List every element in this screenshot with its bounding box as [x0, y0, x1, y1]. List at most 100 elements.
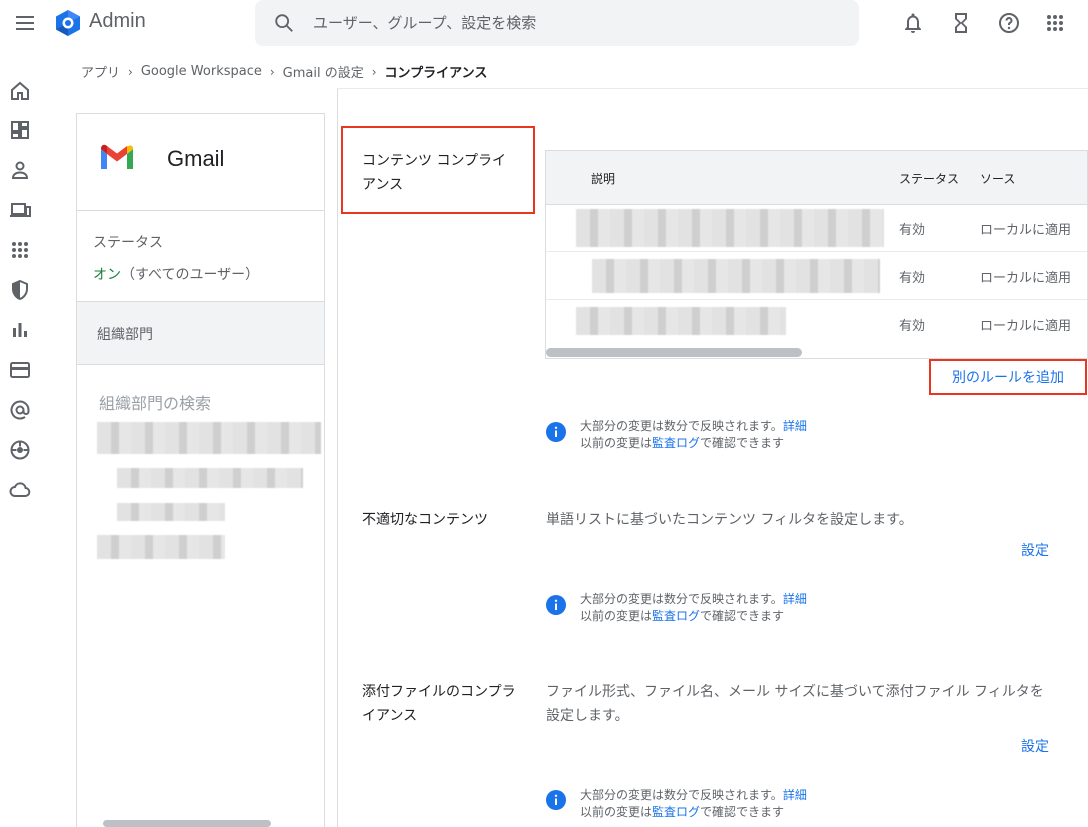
user-icon[interactable]: [8, 158, 32, 182]
redacted-rule-description[interactable]: [592, 259, 880, 293]
breadcrumb-gmail-settings[interactable]: Gmail の設定: [283, 62, 364, 81]
objectionable-content-label: 不適切なコンテンツ: [362, 512, 488, 528]
details-link[interactable]: 詳細: [783, 592, 807, 606]
attachment-description-line2: 設定します。: [546, 708, 629, 724]
status-scope-text: （すべてのユーザー）: [121, 267, 260, 283]
admin-logo-icon: [56, 10, 80, 36]
gmail-logo-icon: [101, 144, 133, 169]
info-line2-prefix: 以前の変更は: [580, 436, 653, 450]
help-icon[interactable]: [997, 11, 1021, 35]
audit-log-link[interactable]: 監査ログ: [652, 609, 700, 623]
info-line1-text: 大部分の変更は数分で反映されます。: [580, 592, 783, 606]
attachment-compliance-label: 添付ファイルのコンプラ イアンス: [362, 680, 516, 728]
audit-log-link[interactable]: 監査ログ: [652, 805, 700, 819]
rule-status: 有効: [899, 271, 926, 286]
content-compliance-label-line2: アンス: [362, 177, 404, 193]
dashboard-icon[interactable]: [8, 118, 32, 142]
audit-log-link[interactable]: 監査ログ: [652, 436, 700, 450]
rules-table: 説明 ステータス ソース 有効 ローカルに適用 有効 ローカルに適用 有効 ロー…: [545, 150, 1088, 359]
attachment-compliance-configure-link[interactable]: 設定: [1021, 736, 1049, 756]
breadcrumb-apps[interactable]: アプリ: [81, 62, 120, 81]
content-compliance-label: コンテンツ コンプライ アンス: [362, 149, 506, 197]
app-side-panel: Gmail ステータス オン（すべてのユーザー） 組織部門 組織部門の検索: [76, 113, 325, 827]
objectionable-content-configure-link[interactable]: 設定: [1021, 540, 1049, 560]
home-icon[interactable]: [8, 79, 32, 103]
info-line2-suffix: で確認できます: [700, 805, 785, 819]
info-note: 大部分の変更は数分で反映されます。詳細 以前の変更は監査ログで確認できます: [580, 787, 807, 821]
column-header-source[interactable]: ソース: [980, 170, 1015, 187]
objectionable-content-description: 単語リストに基づいたコンテンツ フィルタを設定します。: [546, 512, 913, 528]
top-bar: Admin: [0, 0, 1088, 46]
billing-card-icon[interactable]: [8, 358, 32, 382]
breadcrumb-google-workspace[interactable]: Google Workspace: [141, 64, 262, 79]
redacted-org-unit[interactable]: [117, 468, 303, 488]
info-icon: [546, 595, 566, 615]
top-divider: [337, 88, 1088, 89]
info-icon: [546, 422, 566, 442]
search-bar[interactable]: [255, 0, 859, 46]
add-another-rule-link[interactable]: 別のルールを追加: [952, 367, 1064, 387]
info-line1-text: 大部分の変更は数分で反映されます。: [580, 788, 783, 802]
info-line2-prefix: 以前の変更は: [580, 609, 653, 623]
column-header-description[interactable]: 説明: [591, 170, 615, 187]
app-brand: Admin: [89, 10, 146, 32]
apps-grid-icon[interactable]: [1043, 11, 1067, 35]
row-divider: [546, 251, 1087, 252]
search-icon[interactable]: [273, 12, 295, 34]
details-link[interactable]: 詳細: [783, 419, 807, 433]
security-shield-icon[interactable]: [8, 278, 32, 302]
info-line2-suffix: で確認できます: [700, 436, 785, 450]
redacted-rule-description[interactable]: [576, 307, 786, 335]
search-input[interactable]: [313, 10, 833, 36]
attachment-compliance-description: ファイル形式、ファイル名、メール サイズに基づいて添付ファイル フィルタを 設定…: [546, 680, 1044, 728]
info-line2-suffix: で確認できます: [700, 609, 785, 623]
notifications-bell-icon[interactable]: [901, 11, 925, 35]
org-unit-search-input[interactable]: 組織部門の検索: [99, 390, 211, 414]
main-menu-button[interactable]: [13, 12, 37, 34]
table-horizontal-scrollbar[interactable]: [546, 348, 802, 357]
rule-source: ローカルに適用: [980, 319, 1072, 334]
tasks-hourglass-icon[interactable]: [949, 11, 973, 35]
details-link[interactable]: 詳細: [783, 788, 807, 802]
org-units-label: 組織部門: [97, 327, 153, 343]
redacted-rule-description[interactable]: [576, 209, 884, 247]
rule-status: 有効: [899, 319, 926, 334]
attachment-compliance-label-line2: イアンス: [362, 708, 418, 724]
attachment-compliance-label-line1: 添付ファイルのコンプラ: [362, 684, 516, 700]
panel-divider: [337, 88, 338, 827]
breadcrumb-compliance: コンプライアンス: [384, 66, 488, 81]
side-panel-scrollbar[interactable]: [103, 820, 271, 827]
rule-source: ローカルに適用: [980, 223, 1072, 238]
redacted-org-unit[interactable]: [97, 422, 321, 454]
apps-icon[interactable]: [8, 238, 32, 262]
info-note: 大部分の変更は数分で反映されます。詳細 以前の変更は監査ログで確認できます: [580, 591, 807, 625]
org-units-header: 組織部門: [77, 301, 324, 365]
content-compliance-label-line1: コンテンツ コンプライ: [362, 153, 507, 169]
status-label: ステータス: [93, 235, 163, 251]
column-header-status[interactable]: ステータス: [899, 170, 959, 187]
info-line2-prefix: 以前の変更は: [580, 805, 653, 819]
divider: [77, 210, 324, 211]
rule-status: 有効: [899, 223, 926, 238]
info-icon: [546, 790, 566, 810]
storage-cloud-icon[interactable]: [8, 478, 32, 502]
rule-source: ローカルに適用: [980, 271, 1072, 286]
status-on-text: オン: [93, 267, 121, 283]
rules-compass-icon[interactable]: [8, 438, 32, 462]
chevron-right-icon: ›: [371, 64, 377, 79]
account-at-icon[interactable]: [8, 398, 32, 422]
chevron-right-icon: ›: [128, 64, 133, 79]
reports-bar-chart-icon[interactable]: [8, 318, 32, 342]
redacted-org-unit[interactable]: [97, 535, 225, 559]
breadcrumb: アプリ › Google Workspace › Gmail の設定 › コンプ…: [81, 62, 487, 81]
row-divider: [546, 299, 1087, 300]
devices-icon[interactable]: [8, 198, 32, 222]
redacted-org-unit[interactable]: [117, 503, 225, 521]
info-line1-text: 大部分の変更は数分で反映されます。: [580, 419, 783, 433]
table-header: 説明 ステータス ソース: [546, 151, 1087, 205]
status-value: オン（すべてのユーザー）: [93, 264, 259, 284]
app-title: Gmail: [167, 146, 225, 171]
attachment-description-line1: ファイル形式、ファイル名、メール サイズに基づいて添付ファイル フィルタを: [546, 684, 1044, 700]
info-note: 大部分の変更は数分で反映されます。詳細 以前の変更は監査ログで確認できます: [580, 418, 807, 452]
chevron-right-icon: ›: [269, 64, 275, 79]
